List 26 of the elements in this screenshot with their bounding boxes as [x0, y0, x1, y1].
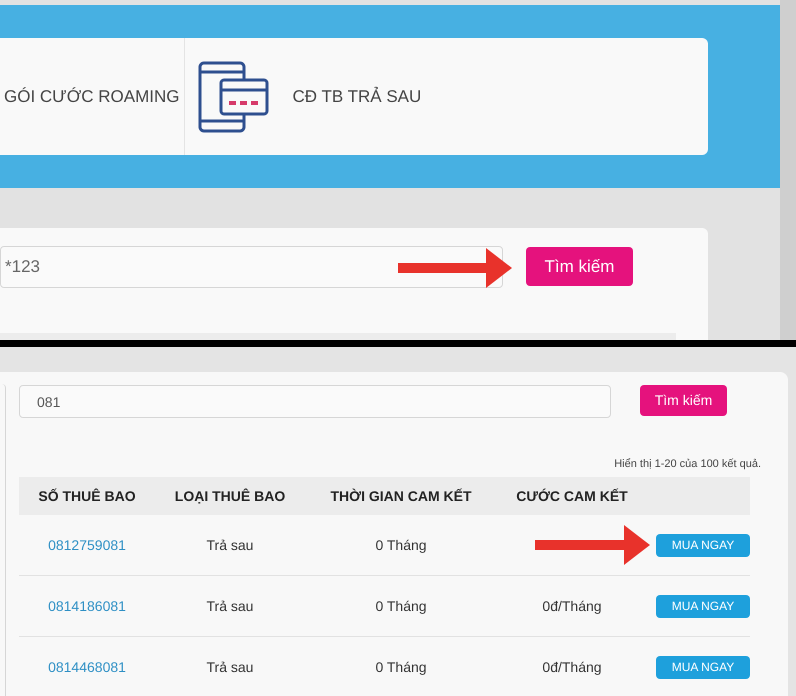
search-field[interactable]: *123 [0, 246, 503, 288]
table-cell-text: Trả sau [206, 596, 254, 616]
phone-number-link[interactable]: 0814186081 [48, 596, 126, 616]
buy-now-button[interactable]: MUA NGAY [656, 534, 750, 556]
table-cell-text: 0đ/Tháng [542, 596, 602, 616]
phone-card-icon [196, 60, 268, 132]
menu-item[interactable]: CĐ TB TRẢ SAU [292, 84, 422, 110]
column-header: THỜI GIAN CAM KẾT [330, 486, 472, 506]
column-header: SỐ THUÊ BAO [38, 486, 136, 506]
table-cell-text: 0 Tháng [375, 536, 427, 555]
search-button[interactable]: Tìm kiếm [640, 385, 727, 416]
buy-now-button[interactable]: MUA NGAY [656, 656, 750, 678]
column-header: CƯỚC CAM KẾT [516, 486, 628, 506]
table-cell-text: 0đ/Tháng [542, 658, 602, 677]
table-cell-text: Trả sau [206, 536, 254, 554]
result-summary: Hiển thị 1-20 của 100 kết quả. [614, 457, 761, 472]
buy-now-button[interactable]: MUA NGAY [656, 594, 750, 618]
phone-number-link[interactable]: 0812759081 [48, 534, 126, 556]
search-button[interactable]: Tìm kiếm [526, 247, 633, 286]
table-cell-text: 0 Tháng [375, 658, 427, 677]
column-header: LOẠI THUÊ BAO [174, 486, 286, 506]
phone-number-link[interactable]: 0814468081 [48, 656, 126, 678]
search-field[interactable]: 081 [19, 385, 611, 418]
table-cell-text: 0 Tháng [375, 596, 427, 616]
table-cell-text: Trả sau [206, 658, 254, 676]
menu-item[interactable]: GÓI CƯỚC ROAMING [4, 84, 180, 110]
